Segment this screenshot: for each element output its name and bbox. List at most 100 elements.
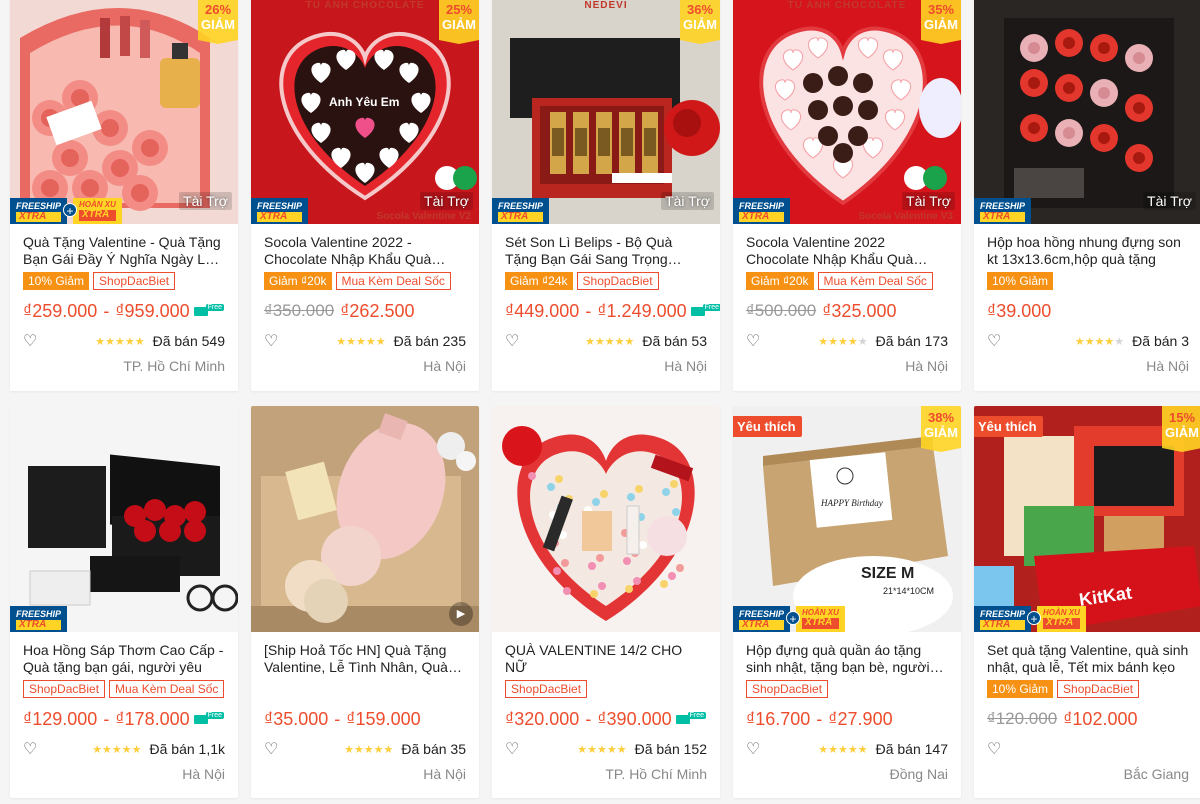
product-name[interactable]: Socola Valentine 2022 Chocolate Nhập Khẩ… [746,234,948,268]
discount-badge: 36% GIẢM [680,0,720,44]
freeship-truck-icon: Free [675,711,707,724]
product-image[interactable] [492,406,720,632]
shipping-badges: FREESHIP XTRA + HOÀN XU XTRA [733,604,845,632]
heart-outline-icon[interactable]: ♡ [987,739,1007,759]
heart-outline-icon[interactable]: ♡ [746,739,766,759]
product-image[interactable]: Anh Yêu Em TÚ ANH CHOCOLATE 25% GIẢM FREESHI… [251,0,479,224]
product-card[interactable]: NEDEVI 36% GIẢM FREESHIP XTRA Tài Trợ Sét Son … [492,0,720,391]
rating-stars: ★★★★★ [1074,335,1125,348]
plus-icon: + [63,203,78,218]
price-separator: - [334,708,341,729]
price-row: ₫449.000- ₫1.249.000 Free [505,300,720,322]
rating-stars: ★★★★★ [95,335,145,348]
product-image[interactable]: ▶ [251,406,479,632]
hoan-xu-xtra-badge: HOÀN XU XTRA [73,198,122,224]
shop-location: Hà Nội [182,766,225,782]
product-image[interactable]: TÚ ANH CHOCOLATE 35% GIẢM FREESHIP XTRA Socol… [733,0,961,224]
product-name[interactable]: Hoa Hồng Sáp Thơm Cao Cấp - Quà tặng bạn… [23,642,225,676]
heart-outline-icon[interactable]: ♡ [505,331,525,351]
sponsored-label: Tài Trợ [661,192,714,210]
price-low: ₫320.000 [505,708,580,729]
price-separator: - [103,708,110,729]
heart-outline-icon[interactable]: ♡ [746,331,766,351]
product-card[interactable]: 26% GIẢM FREESHIP XTRA + HOÀN XU XTRA Tài Trợ Qu… [10,0,238,391]
rating-row: ♡ ★★★★★ Đã bán 1,1k [23,740,225,758]
price-high: ₫178.000 [115,708,190,729]
product-image[interactable]: HAPPY Birthday SIZE M 21*14*10CM Yêu thích 3… [733,406,961,632]
product-card[interactable]: ▶ [Ship Hoả Tốc HN] Quà Tặng Valentine, L… [251,406,479,798]
freeship-xtra-badge: FREESHIP XTRA [10,198,68,224]
shop-location: Hà Nội [1146,358,1189,374]
product-card[interactable]: QUÀ VALENTINE 14/2 CHO NỮ ShopDacBiet ₫320… [492,406,720,798]
heart-outline-icon[interactable]: ♡ [264,739,284,759]
product-name[interactable]: Quà Tặng Valentine - Quà Tặng Bạn Gái Đầ… [23,234,225,268]
heart-outline-icon[interactable]: ♡ [987,331,1007,351]
freeship-xtra-badge: FREESHIP XTRA [974,606,1032,632]
product-card[interactable]: KitKat Yêu thích 15% GIẢM FREESHIP XTRA + HOÀN … [974,406,1200,798]
sold-count: Đã bán 549 [152,333,225,349]
svg-text:21*14*10CM: 21*14*10CM [883,586,934,596]
heart-outline-icon[interactable]: ♡ [23,739,43,759]
product-info: Hoa Hồng Sáp Thơm Cao Cấp - Quà tặng bạn… [10,632,238,782]
card-text: HAPPY Birthday [820,498,883,508]
product-name[interactable]: Socola Valentine 2022 - Chocolate Nhập K… [264,234,466,268]
promo-tags: 10% Giảm [987,272,1189,292]
heart-outline-icon[interactable]: ♡ [23,331,43,351]
heart-outline-icon[interactable]: ♡ [264,331,284,351]
shipping-badges: FREESHIP XTRA [251,196,309,224]
shipping-badges: FREESHIP XTRA [492,196,550,224]
rating-stars: ★★★★★ [344,743,394,756]
sold-count: Đã bán 235 [393,333,466,349]
discount-tag: Giảm ₫20k [264,272,332,290]
price-high: ₫959.000 [115,300,190,321]
discount-badge: 25% GIẢM [439,0,479,44]
product-card[interactable]: TÚ ANH CHOCOLATE 35% GIẢM FREESHIP XTRA Socol… [733,0,961,391]
rating-row: ♡ ★★★★★ Đã bán 235 [264,332,466,350]
price-separator: - [585,708,592,729]
shipping-badges: FREESHIP XTRA [733,196,791,224]
product-image[interactable]: 26% GIẢM FREESHIP XTRA + HOÀN XU XTRA Tài Trợ [10,0,238,224]
freeship-xtra-badge: FREESHIP XTRA [974,198,1032,224]
price-row: ₫259.000- ₫959.000 Free [23,300,225,322]
price-low: ₫259.000 [23,300,98,321]
product-name[interactable]: Hộp đựng quà quần áo tặng sinh nhật, tặn… [746,642,948,676]
product-card[interactable]: FREESHIP XTRA Tài Trợ Hộp hoa hồng nhung đự… [974,0,1200,391]
product-name[interactable]: Set quà tặng Valentine, quà sinh nhật, q… [987,642,1189,676]
price-row: ₫320.000- ₫390.000 Free [505,708,707,730]
promo-tags: Giảm ₫24k ShopDacBiet [505,272,707,292]
product-image[interactable]: NEDEVI 36% GIẢM FREESHIP XTRA Tài Trợ [492,0,720,224]
product-card[interactable]: Anh Yêu Em TÚ ANH CHOCOLATE 25% GIẢM FREESHI… [251,0,479,391]
svg-text:Anh Yêu Em: Anh Yêu Em [329,95,399,109]
product-grid: 26% GIẢM FREESHIP XTRA + HOÀN XU XTRA Tài Trợ Qu… [0,0,1200,804]
product-image[interactable]: FREESHIP XTRA Tài Trợ [974,0,1200,224]
promo-tag: ShopDacBiet [93,272,176,290]
price-separator: - [816,708,823,729]
sponsored-label: Tài Trợ [902,192,955,210]
heart-outline-icon[interactable]: ♡ [505,739,525,759]
product-card[interactable]: HAPPY Birthday SIZE M 21*14*10CM Yêu thích 3… [733,406,961,798]
promo-tag: Mua Kèm Deal Sốc [109,680,225,698]
shop-location: Đồng Nai [889,766,948,782]
product-image[interactable]: KitKat Yêu thích 15% GIẢM FREESHIP XTRA + HOÀN … [974,406,1200,632]
product-image[interactable]: FREESHIP XTRA [10,406,238,632]
rating-stars: ★★★★★ [818,335,868,348]
price-row: ₫39.000 [987,300,1189,322]
product-name[interactable]: Hộp hoa hồng nhung đựng son kt 13x13.6cm… [987,234,1189,268]
sponsored-label: Tài Trợ [1143,192,1196,210]
promo-tag: Mua Kèm Deal Sốc [817,272,933,290]
product-name[interactable]: QUÀ VALENTINE 14/2 CHO NỮ [505,642,707,676]
product-info: Socola Valentine 2022 - Chocolate Nhập K… [251,224,479,374]
play-icon[interactable]: ▶ [449,602,473,626]
shipping-badges: FREESHIP XTRA [10,604,68,632]
favorite-badge: Yêu thích [974,416,1043,437]
product-name[interactable]: [Ship Hoả Tốc HN] Quà Tặng Valentine, Lễ… [264,642,466,676]
shop-location: Hà Nội [905,358,948,374]
rating-row: ♡ ★★★★★ Đã bán 173 [746,332,948,350]
sponsored-label: Tài Trợ [420,192,473,210]
product-name[interactable]: Sét Son Lì Belips - Bộ Quà Tặng Bạn Gái … [505,234,707,268]
shop-location: TP. Hồ Chí Minh [123,358,225,374]
plus-icon: + [786,611,801,626]
sold-count: Đã bán 1,1k [149,741,226,757]
hoan-xu-xtra-badge: HOÀN XU XTRA [1037,606,1086,632]
product-card[interactable]: FREESHIP XTRA Hoa Hồng Sáp Thơm Cao Cấp - … [10,406,238,798]
